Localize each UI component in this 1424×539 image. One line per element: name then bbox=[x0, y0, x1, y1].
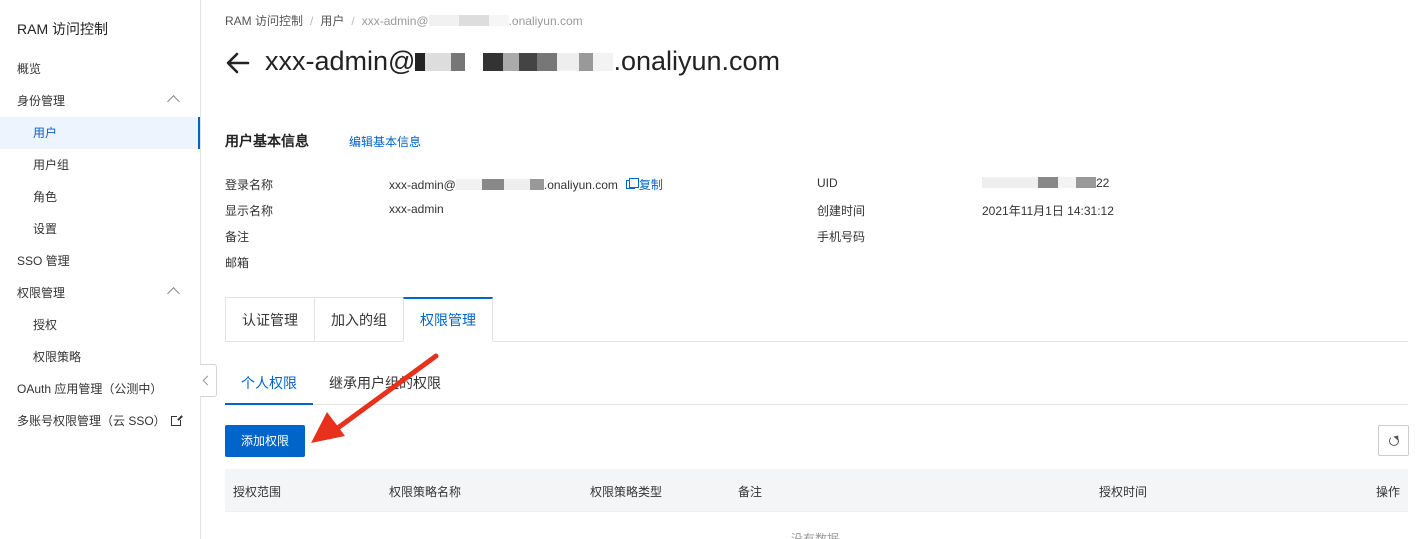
sidebar-item-label: 用户 bbox=[33, 126, 58, 140]
sidebar-item-label: 权限策略 bbox=[33, 350, 82, 364]
sidebar-item-label: SSO 管理 bbox=[17, 254, 70, 268]
sidebar-item-label: 授权 bbox=[33, 318, 58, 332]
sidebar-item-label: 角色 bbox=[33, 190, 58, 204]
redaction bbox=[488, 15, 509, 26]
uid-value: 22 bbox=[982, 176, 1109, 190]
sidebar-title: RAM 访问控制 bbox=[17, 21, 108, 37]
redaction bbox=[458, 15, 489, 26]
sidebar-item-label: 用户组 bbox=[33, 158, 70, 172]
sidebar-item-settings[interactable]: 设置 bbox=[0, 213, 200, 245]
page-title-suffix: .onaliyun.com bbox=[613, 46, 781, 76]
sidebar-item-label: 身份管理 bbox=[17, 94, 66, 108]
sidebar-item-overview[interactable]: 概览 bbox=[0, 53, 200, 85]
redaction bbox=[451, 53, 466, 71]
redaction bbox=[982, 177, 1038, 188]
refresh-button[interactable] bbox=[1378, 425, 1409, 456]
redaction bbox=[1038, 177, 1058, 188]
login-name-suffix: .onaliyun.com bbox=[543, 178, 618, 192]
redaction bbox=[593, 53, 614, 71]
created-time-label: 创建时间 bbox=[817, 204, 866, 218]
column-header: 操作 bbox=[1375, 485, 1400, 499]
redaction bbox=[557, 53, 580, 71]
breadcrumb: RAM 访问控制 / 用户 / xxx-admin@ .onaliyun.com bbox=[225, 14, 583, 28]
email-label: 邮箱 bbox=[225, 256, 250, 270]
sidebar-item-groups[interactable]: 用户组 bbox=[0, 149, 200, 181]
sidebar-item-cloud-sso[interactable]: 多账号权限管理（云 SSO） bbox=[0, 405, 200, 437]
remark-label: 备注 bbox=[225, 230, 250, 244]
redaction bbox=[529, 179, 544, 190]
section-title: 用户基本信息 bbox=[225, 133, 309, 149]
subtab-personal-permissions[interactable]: 个人权限 bbox=[225, 363, 313, 405]
sidebar-item-permissions[interactable]: 权限管理 bbox=[0, 277, 200, 309]
sidebar-item-identity[interactable]: 身份管理 bbox=[0, 85, 200, 117]
redaction bbox=[481, 179, 504, 190]
redaction bbox=[503, 53, 520, 71]
breadcrumb-current-prefix: xxx-admin@ bbox=[361, 14, 429, 28]
tab-bar: 认证管理 加入的组 权限管理 bbox=[225, 297, 493, 342]
redaction bbox=[455, 179, 482, 190]
column-header: 授权范围 bbox=[233, 485, 282, 499]
page-title-prefix: xxx-admin@ bbox=[265, 46, 416, 76]
tab-joined-groups[interactable]: 加入的组 bbox=[314, 297, 403, 342]
table-divider bbox=[225, 511, 1408, 512]
uid-suffix: 22 bbox=[1096, 176, 1110, 190]
sidebar-item-users[interactable]: 用户 bbox=[0, 117, 200, 149]
breadcrumb-item[interactable]: RAM 访问控制 bbox=[225, 14, 303, 28]
breadcrumb-item[interactable]: 用户 bbox=[320, 14, 344, 28]
tab-authentication[interactable]: 认证管理 bbox=[225, 297, 314, 342]
sidebar-item-label: OAuth 应用管理（公测中） bbox=[17, 382, 163, 396]
chevron-up-icon bbox=[167, 95, 180, 108]
redaction bbox=[579, 53, 594, 71]
back-arrow-icon[interactable] bbox=[225, 50, 251, 76]
column-header: 权限策略名称 bbox=[389, 485, 462, 499]
edit-basic-info-link[interactable]: 编辑基本信息 bbox=[349, 133, 421, 150]
column-header: 授权时间 bbox=[1099, 485, 1148, 499]
breadcrumb-current: xxx-admin@ .onaliyun.com bbox=[362, 14, 583, 28]
sidebar-item-label: 多账号权限管理（云 SSO） bbox=[17, 414, 166, 428]
redaction bbox=[503, 179, 530, 190]
login-name-label: 登录名称 bbox=[225, 178, 274, 192]
sidebar-item-label: 权限管理 bbox=[17, 286, 66, 300]
sidebar-item-label: 概览 bbox=[17, 62, 42, 76]
table-header: 授权范围 权限策略名称 权限策略类型 备注 授权时间 操作 bbox=[225, 469, 1408, 511]
phone-label: 手机号码 bbox=[817, 230, 866, 244]
sidebar-item-roles[interactable]: 角色 bbox=[0, 181, 200, 213]
sidebar: RAM 访问控制 概览 身份管理 用户 用户组 角色 设置 SSO 管理 权限管… bbox=[0, 0, 201, 539]
login-name-prefix: xxx-admin@ bbox=[389, 178, 456, 192]
redaction bbox=[425, 53, 452, 71]
display-name-value: xxx-admin bbox=[389, 202, 444, 216]
redaction bbox=[465, 53, 484, 71]
redaction bbox=[415, 53, 426, 71]
sidebar-item-label: 设置 bbox=[33, 222, 58, 236]
add-permission-button[interactable]: 添加权限 bbox=[225, 425, 305, 457]
tab-permissions[interactable]: 权限管理 bbox=[403, 297, 493, 342]
column-header: 备注 bbox=[738, 485, 763, 499]
redaction bbox=[1076, 177, 1096, 188]
redaction bbox=[1058, 177, 1076, 188]
login-name-value: xxx-admin@ .onaliyun.com 复制 bbox=[389, 176, 663, 193]
empty-state-text: 没有数据 bbox=[791, 532, 840, 539]
copy-icon[interactable] bbox=[625, 178, 639, 189]
refresh-icon bbox=[1389, 436, 1399, 446]
created-time-value: 2021年11月1日 14:31:12 bbox=[982, 204, 1114, 218]
redaction bbox=[519, 53, 538, 71]
uid-label: UID bbox=[817, 176, 838, 190]
sidebar-item-sso[interactable]: SSO 管理 bbox=[0, 245, 200, 277]
column-header: 权限策略类型 bbox=[590, 485, 663, 499]
sidebar-item-grants[interactable]: 授权 bbox=[0, 309, 200, 341]
chevron-up-icon bbox=[167, 287, 180, 300]
annotation-arrow bbox=[311, 353, 439, 443]
copy-button[interactable]: 复制 bbox=[639, 178, 663, 192]
redaction bbox=[483, 53, 504, 71]
redaction bbox=[428, 15, 459, 26]
breadcrumb-current-suffix: .onaliyun.com bbox=[508, 14, 583, 28]
display-name-label: 显示名称 bbox=[225, 204, 274, 218]
main-content: RAM 访问控制 / 用户 / xxx-admin@ .onaliyun.com xxx-… bbox=[201, 0, 1424, 539]
external-link-icon bbox=[170, 414, 183, 426]
page-title: xxx-admin@ .onaliyun.com bbox=[265, 46, 780, 77]
sidebar-item-oauth[interactable]: OAuth 应用管理（公测中） bbox=[0, 373, 200, 405]
sidebar-item-policies[interactable]: 权限策略 bbox=[0, 341, 200, 373]
redaction bbox=[537, 53, 558, 71]
